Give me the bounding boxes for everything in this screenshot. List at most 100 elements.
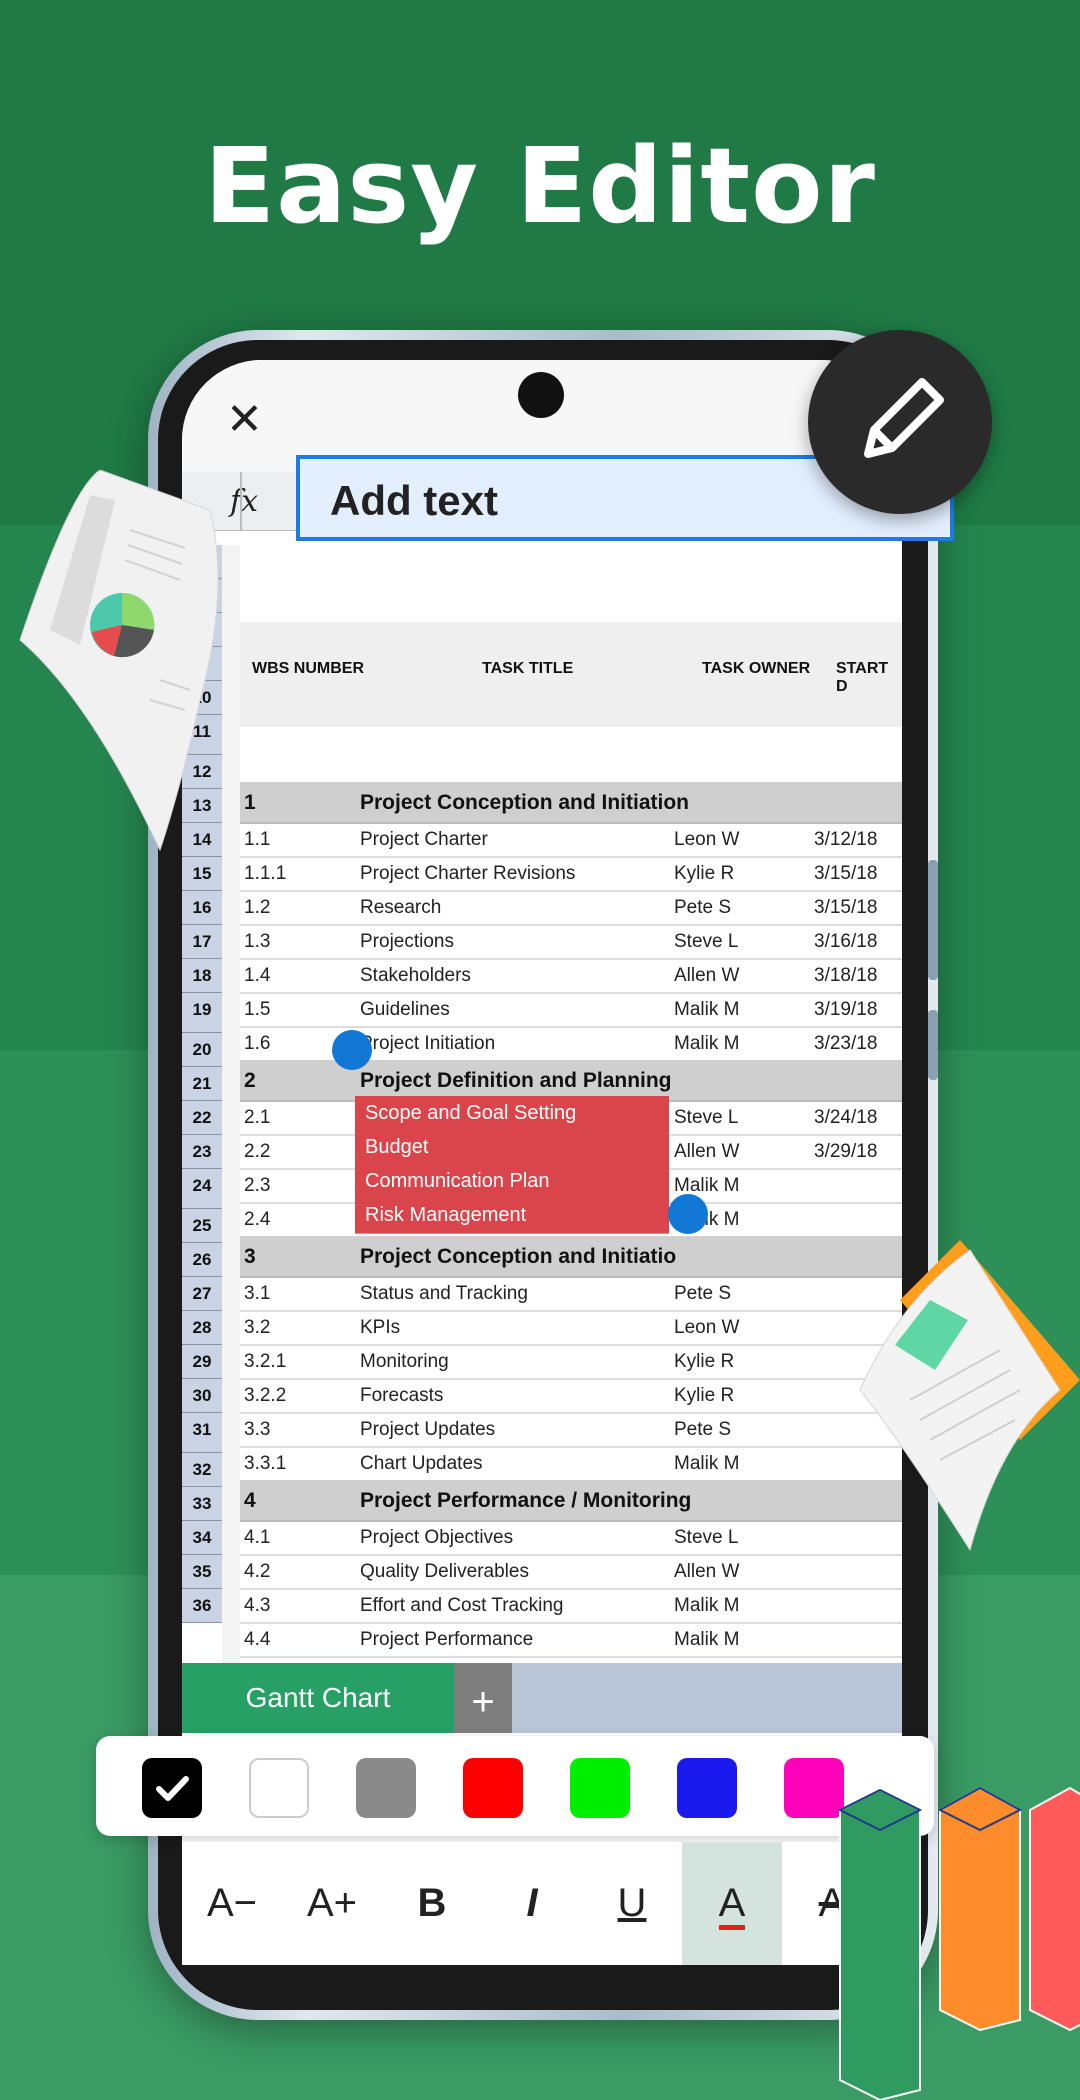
cell-start[interactable]: 3/12/18 xyxy=(814,829,877,851)
row-number[interactable]: 35 xyxy=(182,1555,222,1589)
table-row[interactable]: 1.1.1 Project Charter Revisions Kylie R 3/1… xyxy=(240,856,902,892)
section-row[interactable]: 3 Project Conception and Initiatio xyxy=(240,1236,902,1278)
cell-task[interactable]: Project Performance xyxy=(360,1629,533,1651)
cell-task[interactable]: Project Charter Revisions xyxy=(360,863,575,885)
table-row[interactable]: 4.2 Quality Deliverables Allen W xyxy=(240,1554,902,1590)
cell-owner[interactable]: Leon W xyxy=(674,1317,739,1339)
row-number[interactable]: 24 xyxy=(182,1169,222,1209)
edit-button[interactable] xyxy=(808,330,992,514)
cell-owner[interactable]: Allen W xyxy=(674,965,739,987)
cell-task[interactable]: KPIs xyxy=(360,1317,400,1339)
cell-owner[interactable]: Pete S xyxy=(674,897,731,919)
row-number[interactable]: 20 xyxy=(182,1033,222,1067)
row-number[interactable]: 28 xyxy=(182,1311,222,1345)
cell-task[interactable]: Project Objectives xyxy=(360,1527,513,1549)
italic-button[interactable]: I xyxy=(482,1842,582,1965)
cell-start[interactable]: 3/15/18 xyxy=(814,897,877,919)
cell-wbs[interactable]: 4.3 xyxy=(244,1595,270,1617)
cell-wbs[interactable]: 1.3 xyxy=(244,931,270,953)
table-row[interactable]: 4.1 Project Objectives Steve L xyxy=(240,1520,902,1556)
header-wbs[interactable]: WBS NUMBER xyxy=(252,660,364,678)
cell-task[interactable]: Effort and Cost Tracking xyxy=(360,1595,563,1617)
cell-task[interactable]: Projections xyxy=(360,931,454,953)
row-number[interactable]: 29 xyxy=(182,1345,222,1379)
color-swatch[interactable] xyxy=(249,1758,309,1818)
table-row[interactable]: 4.4 Project Performance Malik M xyxy=(240,1622,902,1658)
cell-start[interactable]: 3/24/18 xyxy=(814,1107,877,1129)
header-task-owner[interactable]: TASK OWNER xyxy=(702,660,810,678)
cell-owner[interactable]: Malik M xyxy=(674,1629,739,1651)
decrease-font-button[interactable]: A− xyxy=(182,1842,282,1965)
row-number[interactable]: 36 xyxy=(182,1589,222,1623)
color-swatch[interactable] xyxy=(356,1758,416,1818)
cell-start[interactable]: 3/16/18 xyxy=(814,931,877,953)
cell-wbs[interactable]: 3.2.1 xyxy=(244,1351,286,1373)
cell-task[interactable]: Stakeholders xyxy=(360,965,471,987)
cell-start[interactable]: 3/18/18 xyxy=(814,965,877,987)
cell-wbs[interactable]: 2.1 xyxy=(244,1107,270,1129)
row-number[interactable]: 22 xyxy=(182,1101,222,1135)
cell-owner[interactable]: Malik M xyxy=(674,999,739,1021)
cell-owner[interactable]: Kylie R xyxy=(674,1385,734,1407)
table-row[interactable]: 1.2 Research Pete S 3/15/18 xyxy=(240,890,902,926)
cell-wbs[interactable]: 3.3.1 xyxy=(244,1453,286,1475)
tab-gantt-chart[interactable]: Gantt Chart xyxy=(182,1663,454,1733)
table-row[interactable]: 3.1 Status and Tracking Pete S xyxy=(240,1276,902,1312)
cell-owner[interactable]: Kylie R xyxy=(674,863,734,885)
color-swatch[interactable] xyxy=(142,1758,202,1818)
cell-wbs[interactable]: 4.2 xyxy=(244,1561,270,1583)
cell-wbs[interactable]: 3 xyxy=(244,1245,256,1269)
table-row[interactable]: 1.5 Guidelines Malik M 3/19/18 xyxy=(240,992,902,1028)
table-row[interactable]: 1.3 Projections Steve L 3/16/18 xyxy=(240,924,902,960)
cell-wbs[interactable]: 2.4 xyxy=(244,1209,270,1231)
cell-wbs[interactable]: 4 xyxy=(244,1489,256,1513)
cell-wbs[interactable]: 2 xyxy=(244,1069,256,1093)
selected-cell[interactable]: Communication Plan xyxy=(355,1164,669,1200)
font-color-button[interactable]: A xyxy=(682,1842,782,1965)
cell-task[interactable]: Project Definition and Planning xyxy=(360,1069,672,1093)
cell-wbs[interactable]: 1.6 xyxy=(244,1033,270,1055)
cell-task[interactable]: Forecasts xyxy=(360,1385,443,1407)
selected-cell[interactable]: Risk Management xyxy=(355,1198,669,1234)
row-number[interactable]: 16 xyxy=(182,891,222,925)
row-number[interactable]: 21 xyxy=(182,1067,222,1101)
cell-task[interactable]: Project Updates xyxy=(360,1419,495,1441)
cell-owner[interactable]: Malik M xyxy=(674,1453,739,1475)
header-task-title[interactable]: TASK TITLE xyxy=(482,660,573,678)
cell-wbs[interactable]: 2.2 xyxy=(244,1141,270,1163)
header-start-date[interactable]: START D xyxy=(836,660,902,696)
row-number[interactable]: 33 xyxy=(182,1487,222,1521)
cell-task[interactable]: Project Initiation xyxy=(360,1033,495,1055)
cell-wbs[interactable]: 1 xyxy=(244,791,256,815)
row-number[interactable]: 27 xyxy=(182,1277,222,1311)
cell-task[interactable]: Project Performance / Monitoring xyxy=(360,1489,691,1513)
cell-wbs[interactable]: 3.3 xyxy=(244,1419,270,1441)
add-sheet-button[interactable]: + xyxy=(454,1663,512,1733)
cell-wbs[interactable]: 1.2 xyxy=(244,897,270,919)
table-row[interactable]: 4.3 Effort and Cost Tracking Malik M xyxy=(240,1588,902,1624)
row-number[interactable]: 18 xyxy=(182,959,222,993)
underline-button[interactable]: U xyxy=(582,1842,682,1965)
selection-handle-start[interactable] xyxy=(332,1030,372,1070)
selection-handle-end[interactable] xyxy=(668,1194,708,1234)
row-number[interactable]: 23 xyxy=(182,1135,222,1169)
cell-wbs[interactable]: 1.1 xyxy=(244,829,270,851)
row-number[interactable]: 25 xyxy=(182,1209,222,1243)
cell-wbs[interactable]: 4.4 xyxy=(244,1629,270,1651)
section-row[interactable]: 4 Project Performance / Monitoring xyxy=(240,1480,902,1522)
row-number[interactable]: 19 xyxy=(182,993,222,1033)
row-number[interactable]: 30 xyxy=(182,1379,222,1413)
cell-task[interactable]: Monitoring xyxy=(360,1351,449,1373)
cell-start[interactable]: 3/29/18 xyxy=(814,1141,877,1163)
cell-task[interactable]: Guidelines xyxy=(360,999,450,1021)
cell-task[interactable]: Chart Updates xyxy=(360,1453,483,1475)
table-row[interactable]: 3.2.1 Monitoring Kylie R xyxy=(240,1344,902,1380)
increase-font-button[interactable]: A+ xyxy=(282,1842,382,1965)
table-row[interactable]: 3.3.1 Chart Updates Malik M xyxy=(240,1446,902,1482)
cell-wbs[interactable]: 3.2 xyxy=(244,1317,270,1339)
cell-owner[interactable]: Pete S xyxy=(674,1283,731,1305)
cell-task[interactable]: Quality Deliverables xyxy=(360,1561,529,1583)
bold-button[interactable]: B xyxy=(382,1842,482,1965)
row-number[interactable]: 34 xyxy=(182,1521,222,1555)
color-swatch[interactable] xyxy=(570,1758,630,1818)
